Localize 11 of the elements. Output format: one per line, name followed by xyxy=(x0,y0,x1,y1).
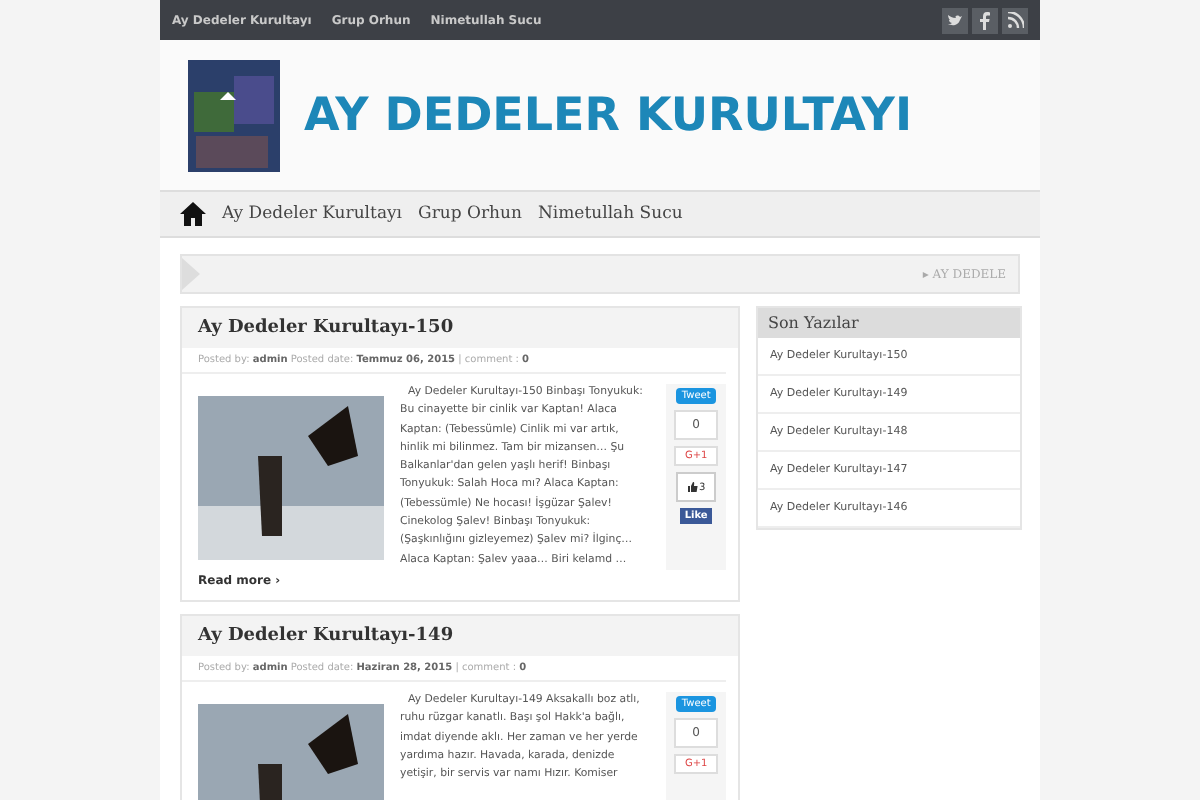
nav-link[interactable]: Ay Dedeler Kurultayı xyxy=(222,204,403,224)
home-icon[interactable] xyxy=(180,202,206,226)
widget-title: Son Yazılar xyxy=(758,308,1020,338)
nav-link[interactable]: Grup Orhun xyxy=(418,204,522,224)
post-title[interactable]: Ay Dedeler Kurultayı-150 xyxy=(182,308,738,348)
thumbs-up-icon xyxy=(687,482,697,492)
post-title[interactable]: Ay Dedeler Kurultayı-149 xyxy=(182,615,738,656)
nav-link[interactable]: Nimetullah Sucu xyxy=(537,204,683,224)
facebook-icon[interactable] xyxy=(972,7,998,33)
rss-icon[interactable] xyxy=(1002,7,1028,33)
twitter-icon[interactable] xyxy=(942,7,968,33)
